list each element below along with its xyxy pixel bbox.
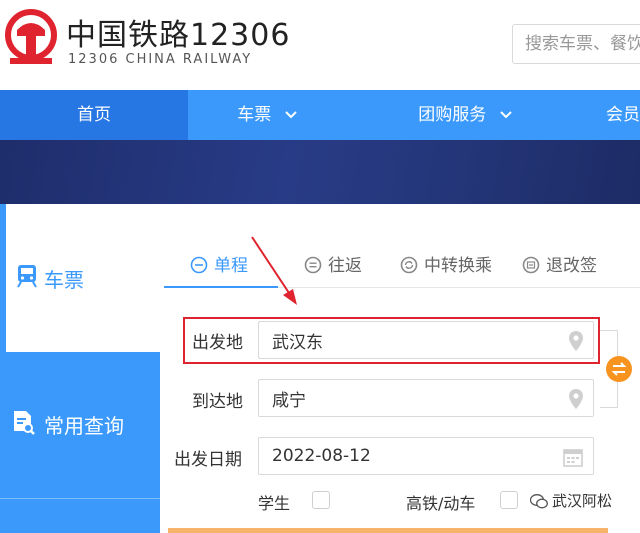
to-station-input[interactable]: [259, 380, 593, 416]
to-station-field[interactable]: [258, 379, 594, 417]
equals-circle-icon: [304, 256, 322, 273]
document-search-icon: [14, 411, 35, 435]
to-label: 到达地: [192, 392, 243, 412]
tab-label: 往返: [328, 256, 362, 276]
tab-label: 退改签: [546, 256, 597, 276]
wechat-icon: [529, 494, 548, 509]
high-speed-checkbox[interactable]: [500, 491, 518, 509]
divider: [0, 498, 160, 499]
side-tab-common-queries[interactable]: 常用查询: [0, 352, 160, 533]
railway-logo-icon[interactable]: [4, 8, 58, 70]
tab-label: 单程: [214, 256, 248, 276]
hero-banner: [0, 140, 640, 204]
site-header: 中国铁路12306 12306 CHINA RAILWAY: [0, 0, 640, 88]
side-tab-label: 车票: [44, 268, 84, 292]
tab-label: 中转换乘: [424, 256, 492, 276]
nav-item-tickets[interactable]: 车票: [188, 90, 346, 140]
departure-date-field[interactable]: [258, 437, 594, 475]
ticket-circle-icon: [522, 256, 540, 273]
nav-item-home[interactable]: 首页: [0, 90, 188, 140]
nav-item-member[interactable]: 会员: [606, 90, 640, 140]
date-label: 出发日期: [174, 450, 242, 470]
chevron-down-icon: [499, 111, 512, 119]
site-search[interactable]: [512, 24, 640, 64]
nav-item-group-service[interactable]: 团购服务: [390, 90, 540, 140]
chevron-down-icon: [284, 111, 297, 119]
student-checkbox[interactable]: [312, 491, 330, 509]
tab-one-way[interactable]: 单程: [190, 248, 248, 284]
train-icon: [17, 265, 37, 288]
student-label: 学生: [258, 494, 291, 513]
nav-item-label: 会员: [606, 105, 640, 125]
tab-refund-change[interactable]: 退改签: [522, 248, 597, 284]
active-tab-indicator: [164, 286, 278, 288]
search-button-edge[interactable]: [168, 528, 608, 533]
nav-item-label: 团购服务: [418, 105, 487, 125]
annotation-highlight-box: [183, 317, 600, 364]
calendar-icon: [563, 449, 583, 467]
watermark-text: 武汉阿松: [552, 492, 613, 510]
nav-item-label: 首页: [77, 105, 111, 125]
side-tab-label: 常用查询: [44, 414, 124, 438]
ticket-side-tabs: 车票 常用查询: [0, 204, 160, 533]
logo-title: 中国铁路12306: [66, 18, 291, 53]
transfer-circle-icon: [400, 256, 418, 273]
watermark: 武汉阿松: [529, 490, 613, 511]
minus-circle-icon: [190, 256, 208, 273]
search-input[interactable]: [513, 25, 640, 63]
high-speed-label: 高铁/动车: [406, 494, 476, 513]
swap-arrows-icon: [611, 362, 627, 376]
tab-transfer[interactable]: 中转换乘: [400, 248, 492, 284]
main-nav: 首页 车票 团购服务 会员: [0, 90, 640, 140]
logo-subtitle: 12306 CHINA RAILWAY: [68, 52, 253, 67]
swap-stations-button[interactable]: [606, 356, 632, 382]
location-pin-icon: [569, 389, 583, 409]
nav-item-label: 车票: [237, 105, 272, 125]
side-tab-tickets[interactable]: 车票: [0, 204, 160, 352]
departure-date-input[interactable]: [259, 438, 593, 474]
trip-type-tabs: 单程 往返 中转换乘 退改签: [164, 248, 640, 288]
tab-round-trip[interactable]: 往返: [304, 248, 362, 284]
